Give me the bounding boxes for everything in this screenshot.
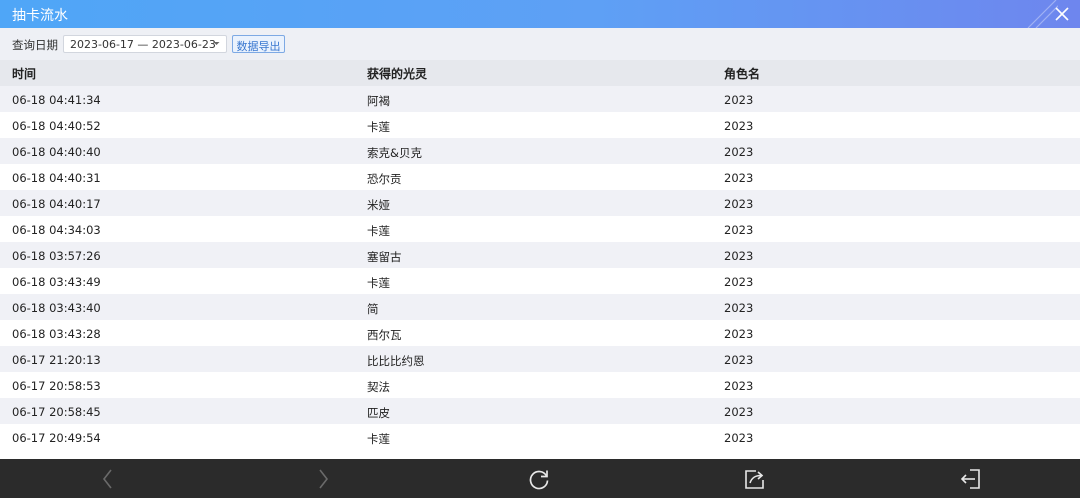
filter-bar: 查询日期 2023-06-17 — 2023-06-23 数据导出	[0, 28, 1080, 60]
cell-role-name: 2023	[724, 171, 754, 185]
table-row: 06-17 20:58:45 匹皮 2023	[0, 398, 1080, 424]
header-time: 时间	[12, 67, 37, 81]
cell-spirit: 米娅	[367, 198, 390, 212]
cell-role-name: 2023	[724, 93, 754, 107]
cell-time: 06-18 04:40:17	[12, 197, 101, 211]
refresh-icon	[529, 470, 549, 490]
forward-icon	[319, 469, 329, 489]
cell-time: 06-18 03:57:26	[12, 249, 101, 263]
cell-spirit: 简	[367, 302, 379, 316]
cell-role-name: 2023	[724, 119, 754, 133]
table-row: 06-18 03:43:28 西尔瓦 2023	[0, 320, 1080, 346]
title-bar: 抽卡流水	[0, 0, 1080, 28]
cell-time: 06-18 04:41:34	[12, 93, 101, 107]
table-row: 06-18 04:34:03 卡莲 2023	[0, 216, 1080, 242]
cell-time: 06-18 04:40:31	[12, 171, 101, 185]
cell-spirit: 契法	[367, 380, 390, 394]
cell-role-name: 2023	[724, 431, 754, 445]
cell-time: 06-17 21:20:13	[12, 353, 101, 367]
cell-time: 06-17 20:49:54	[12, 431, 101, 445]
cell-role-name: 2023	[724, 275, 754, 289]
bottom-nav-bar	[0, 459, 1080, 498]
header-role-name: 角色名	[724, 67, 761, 81]
cell-role-name: 2023	[724, 249, 754, 263]
cell-spirit: 匹皮	[367, 406, 390, 420]
cell-spirit: 卡莲	[367, 224, 390, 238]
table-row: 06-18 03:57:26 塞留古 2023	[0, 242, 1080, 268]
close-icon[interactable]	[1054, 6, 1070, 22]
share-button[interactable]	[735, 459, 775, 498]
cell-spirit: 索克&贝克	[367, 146, 422, 160]
cell-time: 06-18 04:34:03	[12, 223, 101, 237]
export-button[interactable]: 数据导出	[232, 35, 285, 53]
exit-button[interactable]	[950, 459, 990, 498]
query-date-label: 查询日期	[12, 38, 58, 52]
cell-spirit: 塞留古	[367, 250, 402, 264]
share-icon	[745, 470, 764, 489]
date-range-select[interactable]: 2023-06-17 — 2023-06-23	[63, 35, 227, 53]
table-row: 06-17 20:58:53 契法 2023	[0, 372, 1080, 398]
cell-time: 06-18 04:40:52	[12, 119, 101, 133]
back-button[interactable]	[88, 459, 128, 498]
table-row: 06-17 21:20:13 比比比约恩 2023	[0, 346, 1080, 372]
cell-role-name: 2023	[724, 379, 754, 393]
cell-spirit: 恐尔贡	[367, 172, 402, 186]
cell-role-name: 2023	[724, 405, 754, 419]
exit-icon	[960, 469, 980, 489]
cell-spirit: 卡莲	[367, 276, 390, 290]
cell-time: 06-18 03:43:40	[12, 301, 101, 315]
cell-time: 06-17 20:58:53	[12, 379, 101, 393]
draw-record-table: 时间 获得的光灵 角色名 06-18 04:41:34 阿褐 2023 06-1…	[0, 60, 1080, 450]
chevron-down-icon	[213, 42, 220, 45]
cell-time: 06-17 20:58:45	[12, 405, 101, 419]
table-row: 06-18 04:41:34 阿褐 2023	[0, 86, 1080, 112]
decorative-stripes-icon	[1027, 0, 1058, 28]
cell-spirit: 卡莲	[367, 432, 390, 446]
cell-spirit: 西尔瓦	[367, 328, 402, 342]
cell-spirit: 卡莲	[367, 120, 390, 134]
date-range-value: 2023-06-17 — 2023-06-23	[70, 38, 216, 51]
window-title: 抽卡流水	[12, 8, 68, 24]
table-row: 06-17 20:49:54 卡莲 2023	[0, 424, 1080, 450]
forward-button[interactable]	[303, 459, 343, 498]
back-icon	[102, 469, 112, 489]
table-row: 06-18 03:43:40 简 2023	[0, 294, 1080, 320]
table-row: 06-18 04:40:17 米娅 2023	[0, 190, 1080, 216]
table-row: 06-18 04:40:52 卡莲 2023	[0, 112, 1080, 138]
table-body: 06-18 04:41:34 阿褐 2023 06-18 04:40:52 卡莲…	[0, 86, 1080, 450]
cell-role-name: 2023	[724, 353, 754, 367]
cell-role-name: 2023	[724, 327, 754, 341]
header-spirit: 获得的光灵	[367, 67, 428, 81]
cell-role-name: 2023	[724, 301, 754, 315]
cell-spirit: 比比比约恩	[367, 354, 425, 368]
cell-spirit: 阿褐	[367, 94, 390, 108]
cell-role-name: 2023	[724, 145, 754, 159]
cell-role-name: 2023	[724, 197, 754, 211]
table-header: 时间 获得的光灵 角色名	[0, 60, 1080, 86]
cell-time: 06-18 03:43:49	[12, 275, 101, 289]
table-row: 06-18 04:40:31 恐尔贡 2023	[0, 164, 1080, 190]
cell-time: 06-18 04:40:40	[12, 145, 101, 159]
table-row: 06-18 03:43:49 卡莲 2023	[0, 268, 1080, 294]
table-row: 06-18 04:40:40 索克&贝克 2023	[0, 138, 1080, 164]
cell-role-name: 2023	[724, 223, 754, 237]
cell-time: 06-18 03:43:28	[12, 327, 101, 341]
refresh-button[interactable]	[519, 459, 559, 498]
